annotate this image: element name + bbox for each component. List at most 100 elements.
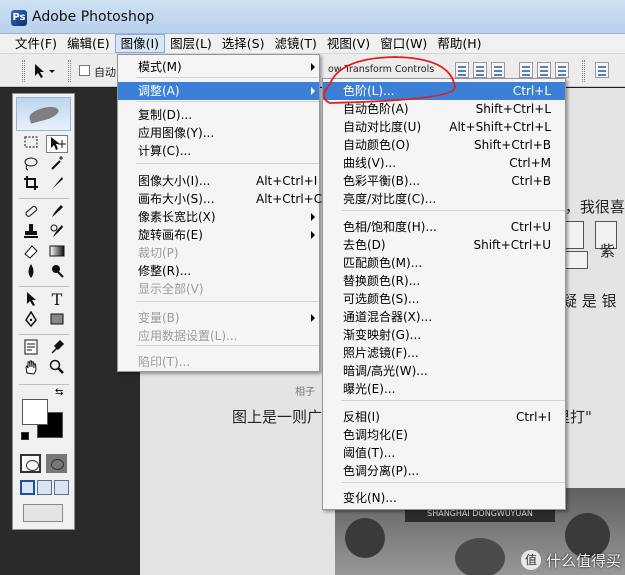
adjust-menu-item[interactable]: 匹配颜色(M)...: [323, 254, 565, 272]
gradient-tool-icon[interactable]: [46, 243, 68, 261]
adjust-menu-item[interactable]: 亮度/对比度(C)...: [323, 190, 565, 208]
crop-tool-icon[interactable]: [20, 175, 42, 193]
menu-file[interactable]: 文件(F): [10, 34, 62, 53]
adjust-menu-item[interactable]: 可选颜色(S)...: [323, 290, 565, 308]
rectangle-tool-icon[interactable]: [46, 311, 68, 329]
foreground-color-swatch[interactable]: [22, 399, 48, 425]
move-tool-icon[interactable]: [46, 135, 68, 153]
show-transform-controls-label[interactable]: ow Transform Controls: [328, 64, 434, 75]
adjust-menu-item[interactable]: 照片滤镜(F)...: [323, 344, 565, 362]
menu-item-shortcut: Ctrl+B: [511, 174, 551, 188]
image-menu-item[interactable]: 变量(B): [118, 309, 319, 327]
align-hcenter-button[interactable]: [537, 62, 551, 78]
full-screen-menu-mode-icon[interactable]: [37, 480, 52, 495]
menu-item-label: 自动颜色(O): [343, 138, 410, 152]
image-menu-item[interactable]: 修整(R)...: [118, 262, 319, 280]
image-menu-item[interactable]: 复制(D)...: [118, 106, 319, 124]
image-menu-item[interactable]: 计算(C)...: [118, 142, 319, 160]
slice-tool-icon[interactable]: [46, 175, 68, 193]
adjust-menu-item[interactable]: 色彩平衡(B)... Ctrl+B: [323, 172, 565, 190]
adjust-menu-item[interactable]: 阈值(T)...: [323, 444, 565, 462]
align-vcenter-button[interactable]: [473, 62, 487, 78]
standard-screen-mode-icon[interactable]: [20, 480, 35, 495]
adjust-menu-item[interactable]: 色阶(L)... Ctrl+L: [323, 82, 565, 100]
blur-tool-icon[interactable]: [20, 263, 42, 281]
distribute-top-button[interactable]: [595, 62, 609, 78]
healing-brush-tool-icon[interactable]: [20, 203, 42, 221]
options-grip[interactable]: [22, 60, 25, 82]
adjust-menu-item[interactable]: 自动对比度(U) Alt+Shift+Ctrl+L: [323, 118, 565, 136]
type-tool-icon[interactable]: T: [46, 291, 68, 309]
image-menu-item[interactable]: 裁切(P): [118, 244, 319, 262]
move-tool-icon[interactable]: [32, 63, 56, 79]
menu-image[interactable]: 图像(I): [114, 34, 166, 53]
zhi-logo-icon: 值: [520, 550, 541, 570]
image-menu-item[interactable]: 像素长宽比(X): [118, 208, 319, 226]
default-colors-icon[interactable]: [21, 432, 29, 440]
standard-mode-button[interactable]: [20, 454, 41, 473]
align-top-button[interactable]: [455, 62, 469, 78]
lasso-tool-icon[interactable]: [20, 155, 42, 173]
menu-help[interactable]: 帮助(H): [432, 34, 486, 53]
adjust-menu-item[interactable]: 反相(I) Ctrl+I: [323, 408, 565, 426]
notes-tool-icon[interactable]: [20, 339, 42, 357]
menu-layer[interactable]: 图层(L): [165, 34, 217, 53]
adjust-menu-item[interactable]: 暗调/高光(W)...: [323, 362, 565, 380]
menu-item-shortcut: Ctrl+U: [510, 220, 551, 234]
menu-edit[interactable]: 编辑(E): [62, 34, 115, 53]
image-menu-item[interactable]: 应用图像(Y)...: [118, 124, 319, 142]
photoshop-logo-icon: Ps: [11, 10, 27, 26]
magic-wand-tool-icon[interactable]: [46, 155, 68, 173]
adjust-menu-item[interactable]: 替换颜色(R)...: [323, 272, 565, 290]
image-menu-item[interactable]: 图像大小(I)... Alt+Ctrl+I: [118, 172, 319, 190]
doc-text-line: 疑 是 银: [562, 292, 617, 310]
auto-select-checkbox[interactable]: [79, 65, 90, 76]
adjust-menu-item[interactable]: 曝光(E)...: [323, 380, 565, 398]
history-brush-tool-icon[interactable]: [46, 223, 68, 241]
image-menu-item[interactable]: 调整(A): [118, 82, 319, 100]
zoom-tool-icon[interactable]: [46, 359, 68, 377]
clone-stamp-tool-icon[interactable]: [20, 223, 42, 241]
adjust-menu-item[interactable]: 变化(N)...: [323, 489, 565, 507]
align-right-button[interactable]: [555, 62, 569, 78]
adjust-menu-item[interactable]: 色调分离(P)...: [323, 462, 565, 480]
image-menu-item[interactable]: 模式(M): [118, 58, 319, 76]
adjust-menu-item[interactable]: 渐变映射(G)...: [323, 326, 565, 344]
path-selection-tool-icon[interactable]: [20, 291, 42, 309]
jump-to-imageready-icon[interactable]: [23, 504, 63, 522]
image-menu-item[interactable]: 画布大小(S)... Alt+Ctrl+C: [118, 190, 322, 208]
adjust-menu-item[interactable]: 色相/饱和度(H)... Ctrl+U: [323, 218, 565, 236]
eyedropper-tool-icon[interactable]: [46, 339, 68, 357]
hand-tool-icon[interactable]: [20, 359, 42, 377]
adjust-menu-item[interactable]: 去色(D) Shift+Ctrl+U: [323, 236, 565, 254]
quick-mask-mode-button[interactable]: [46, 454, 67, 473]
align-bottom-button[interactable]: [491, 62, 505, 78]
brush-tool-icon[interactable]: [46, 203, 68, 221]
options-grip-3: [582, 60, 585, 82]
pen-tool-icon[interactable]: [20, 310, 42, 329]
marquee-tool-icon[interactable]: [20, 135, 42, 153]
swap-colors-icon[interactable]: ⇆: [55, 388, 63, 398]
menu-filter[interactable]: 滤镜(T): [269, 34, 321, 53]
adjust-menu-item[interactable]: 通道混合器(X)...: [323, 308, 565, 326]
image-menu-item[interactable]: 应用数据设置(L)...: [118, 327, 319, 345]
image-menu-item[interactable]: 旋转画布(E): [118, 226, 319, 244]
submenu-arrow-icon: [311, 231, 315, 239]
image-menu-item[interactable]: 显示全部(V): [118, 280, 319, 298]
adjust-menu-item[interactable]: 自动颜色(O) Shift+Ctrl+B: [323, 136, 565, 154]
adjust-menu-item[interactable]: 自动色阶(A) Shift+Ctrl+L: [323, 100, 565, 118]
adjust-menu-item[interactable]: 曲线(V)... Ctrl+M: [323, 154, 565, 172]
menu-window[interactable]: 窗口(W): [375, 34, 432, 53]
adjust-submenu: 色阶(L)... Ctrl+L 自动色阶(A) Shift+Ctrl+L 自动对比度(U…: [322, 78, 566, 510]
dodge-tool-icon[interactable]: [46, 263, 68, 281]
adjust-menu-item[interactable]: 色调均化(E): [323, 426, 565, 444]
menu-select[interactable]: 选择(S): [217, 34, 270, 53]
submenu-arrow-icon: [311, 213, 315, 221]
menu-view[interactable]: 视图(V): [322, 34, 375, 53]
image-menu: 模式(M) 调整(A) 复制(D)... 应用图像(Y)... 计算(C)... 图像大小…: [117, 54, 322, 372]
align-left-button[interactable]: [519, 62, 533, 78]
eraser-tool-icon[interactable]: [20, 243, 42, 261]
menu-separator: [136, 163, 319, 164]
image-menu-item[interactable]: 陷印(T)...: [118, 353, 319, 371]
full-screen-mode-icon[interactable]: [54, 480, 69, 495]
